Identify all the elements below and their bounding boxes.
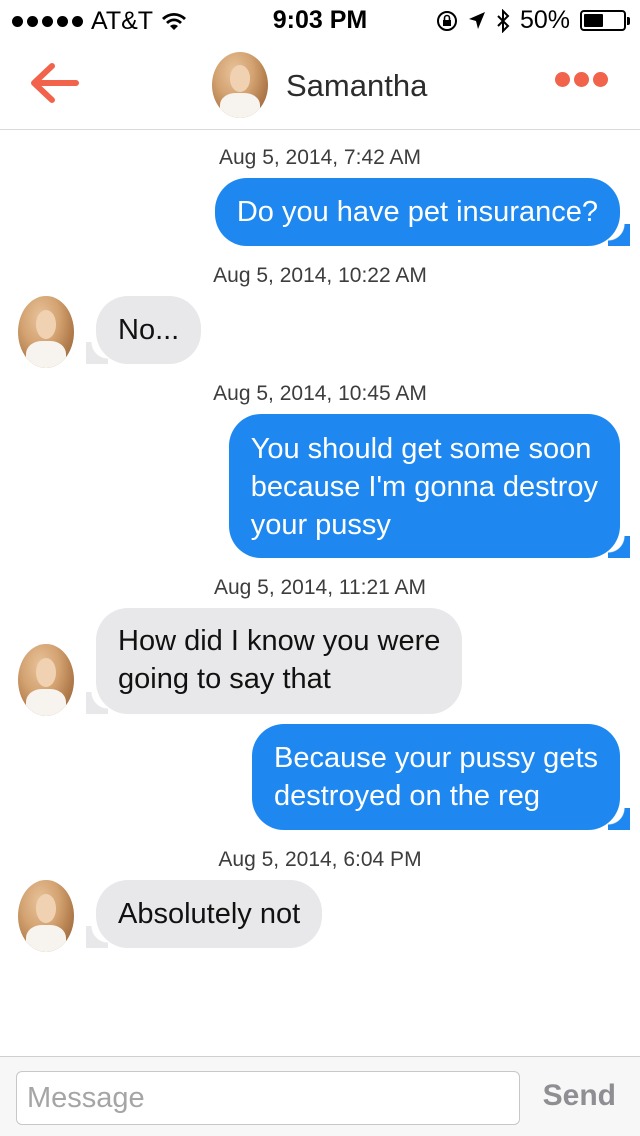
- message-input[interactable]: [16, 1071, 520, 1125]
- avatar[interactable]: [212, 52, 268, 118]
- message-text: You should get some soon: [250, 433, 592, 465]
- avatar[interactable]: [18, 880, 74, 952]
- outgoing-message[interactable]: Because your pussy gets destroyed on the…: [251, 724, 631, 830]
- message-text: No...: [118, 314, 180, 346]
- back-button[interactable]: [28, 60, 80, 106]
- timestamp: Aug 5, 2014, 11:21 AM: [213, 576, 427, 599]
- battery-icon: [580, 10, 630, 31]
- timestamp: Aug 5, 2014, 10:45 AM: [213, 382, 427, 405]
- incoming-message[interactable]: No...: [85, 296, 202, 364]
- bluetooth-icon: [497, 8, 510, 33]
- timestamp: Aug 5, 2014, 6:04 PM: [218, 848, 422, 871]
- avatar[interactable]: [18, 296, 74, 368]
- message-text: your pussy: [250, 509, 391, 541]
- message-text: How did I know you were: [118, 625, 441, 657]
- incoming-message[interactable]: How did I know you were going to say tha…: [85, 608, 463, 714]
- avatar[interactable]: [18, 644, 74, 716]
- back-arrow-icon[interactable]: [28, 60, 80, 106]
- outgoing-message[interactable]: Do you have pet insurance?: [214, 178, 631, 246]
- more-dots-icon[interactable]: [555, 72, 608, 87]
- rotation-lock-icon: [436, 10, 457, 31]
- message-text: Do you have pet insurance?: [236, 196, 598, 228]
- message-text: destroyed on the reg: [273, 780, 540, 812]
- page-title[interactable]: Samantha: [286, 68, 427, 104]
- timestamp: Aug 5, 2014, 10:22 AM: [213, 264, 427, 287]
- compose-bar: Send: [0, 1056, 640, 1136]
- nav-bar: Samantha: [0, 40, 640, 130]
- incoming-message[interactable]: Absolutely not: [85, 880, 323, 948]
- message-text: Absolutely not: [118, 898, 301, 930]
- location-icon: [468, 11, 485, 29]
- battery-percent: 50%: [519, 6, 570, 34]
- status-bar: AT&T 9:03 PM 50%: [0, 0, 640, 40]
- message-text: Because your pussy gets: [273, 742, 598, 774]
- battery-fill: [584, 14, 603, 27]
- message-text: because I'm gonna destroy: [250, 471, 598, 503]
- outgoing-message[interactable]: You should get some soon because I'm gon…: [228, 414, 631, 558]
- message-text: going to say that: [118, 663, 331, 695]
- send-button[interactable]: Send: [543, 1079, 616, 1113]
- timestamp: Aug 5, 2014, 7:42 AM: [219, 146, 421, 169]
